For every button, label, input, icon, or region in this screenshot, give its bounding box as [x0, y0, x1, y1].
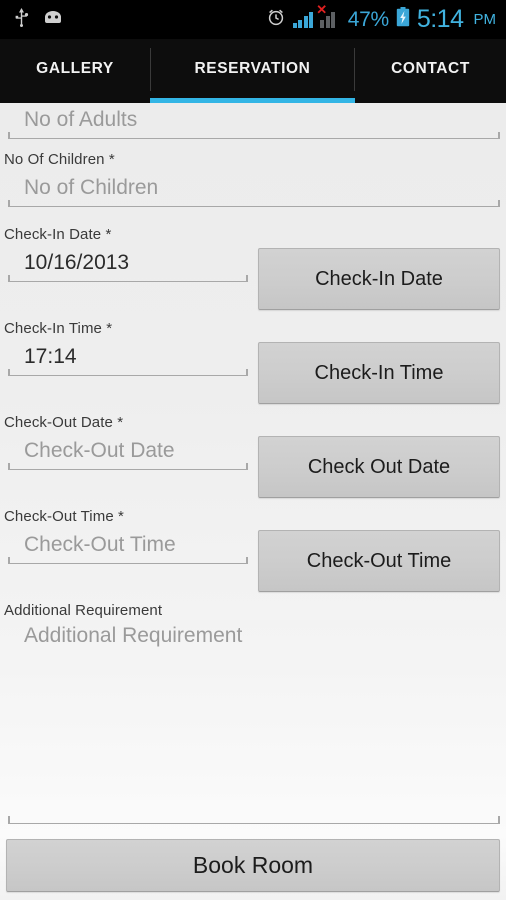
checkout-time-input[interactable]: [8, 529, 248, 564]
checkout-time-button-label: Check-Out Time: [306, 549, 452, 572]
checkin-date-button-label: Check-In Date: [315, 267, 443, 290]
checkout-date-button-label: Check Out Date: [307, 455, 451, 478]
field-checkin-time[interactable]: [8, 341, 248, 376]
clock-ampm-label: PM: [473, 11, 497, 28]
book-room-button-label: Book Room: [192, 852, 314, 878]
status-bar: ✕ 47% 5:14 PM: [0, 0, 506, 40]
field-checkin-date[interactable]: [8, 247, 248, 282]
checkout-date-button[interactable]: Check Out Date: [258, 436, 500, 498]
battery-charging-icon: [396, 7, 410, 32]
checkout-time-label: Check-Out Time *: [4, 508, 124, 525]
tab-gallery[interactable]: GALLERY: [0, 40, 150, 103]
field-children[interactable]: [8, 172, 500, 207]
additional-requirement-input[interactable]: [8, 623, 500, 823]
status-bar-left-icons: [14, 7, 63, 32]
field-checkout-date[interactable]: [8, 435, 248, 470]
checkin-date-input[interactable]: [8, 247, 248, 282]
checkin-time-button[interactable]: Check-In Time: [258, 342, 500, 404]
additional-requirement-label: Additional Requirement: [4, 602, 163, 619]
reservation-form: No Of Children * Check-In Date * Check-I…: [0, 103, 506, 900]
field-adults[interactable]: [8, 104, 500, 139]
signal-icon: [292, 11, 314, 28]
tab-contact[interactable]: CONTACT: [355, 40, 506, 103]
tab-reservation[interactable]: RESERVATION: [150, 40, 355, 103]
checkin-date-button[interactable]: Check-In Date: [258, 248, 500, 310]
status-bar-right-icons: ✕ 47% 5:14 PM: [266, 3, 497, 34]
checkout-date-input[interactable]: [8, 435, 248, 470]
book-room-button[interactable]: Book Room: [6, 839, 500, 892]
no-service-x-icon: ✕: [316, 2, 328, 17]
battery-percent-label: 47%: [347, 7, 389, 31]
checkout-date-label: Check-Out Date *: [4, 414, 124, 431]
adults-input[interactable]: [8, 104, 500, 139]
tab-bar: GALLERY RESERVATION CONTACT: [0, 40, 506, 103]
tab-contact-label: CONTACT: [391, 60, 470, 77]
checkin-time-button-label: Check-In Time: [314, 361, 444, 384]
tab-gallery-label: GALLERY: [36, 60, 114, 77]
checkin-time-label: Check-In Time *: [4, 320, 113, 337]
tab-reservation-label: RESERVATION: [194, 60, 311, 77]
children-label: No Of Children *: [4, 151, 115, 168]
android-debug-icon: [43, 10, 63, 30]
alarm-icon: [266, 7, 286, 32]
field-additional-requirement[interactable]: [8, 623, 500, 824]
app-screen: ✕ 47% 5:14 PM GALLERY RESERVATION CONTAC…: [0, 0, 506, 900]
signal-no-service-icon: ✕: [316, 3, 341, 28]
checkin-date-label: Check-In Date *: [4, 226, 112, 243]
children-input[interactable]: [8, 172, 500, 207]
usb-icon: [14, 7, 29, 32]
checkin-time-input[interactable]: [8, 341, 248, 376]
checkout-time-button[interactable]: Check-Out Time: [258, 530, 500, 592]
field-checkout-time[interactable]: [8, 529, 248, 564]
clock-time-label: 5:14: [416, 5, 464, 33]
